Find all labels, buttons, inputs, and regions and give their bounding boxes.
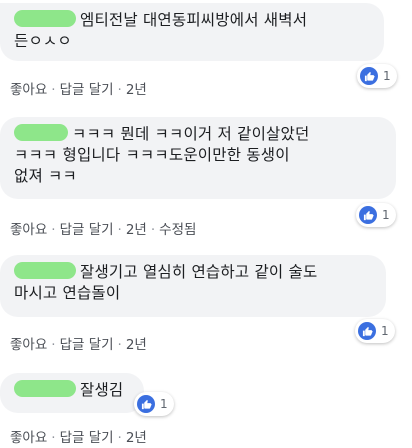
reply-link[interactable]: 답글 달기: [60, 222, 114, 238]
timestamp-link[interactable]: 2년: [126, 337, 147, 353]
like-reaction-badge[interactable]: 1: [356, 203, 396, 227]
comment-text-line: 없져 ㅋㅋ: [14, 167, 77, 185]
comment-actions: 좋아요 · 답글 달기 · 2년: [10, 337, 147, 353]
comment-text-line: 잘생기고 열심히 연습하고 같이 술도: [14, 262, 374, 283]
comment-text-line: ㅋㅋㅋ 형입니다 ㅋㅋㅋ도운이만한 동생이: [14, 146, 290, 164]
like-link[interactable]: 좋아요: [10, 82, 47, 98]
thumbs-up-icon: [137, 395, 155, 413]
redacted-author-name: [14, 380, 76, 397]
comment-text-line: 잘생김: [14, 380, 132, 401]
thumbs-up-icon: [359, 206, 377, 224]
like-link[interactable]: 좋아요: [10, 222, 47, 238]
redacted-author-name: [14, 124, 68, 141]
comment-actions: 좋아요 · 답글 달기 · 2년: [10, 430, 147, 446]
comment-text-line: 엠티전날 대연동피씨방에서 새벽서: [14, 10, 372, 31]
like-reaction-badge[interactable]: 1: [134, 392, 174, 416]
timestamp-link[interactable]: 2년: [126, 430, 147, 446]
like-count: 1: [382, 208, 390, 222]
comment-bubble: 잘생기고 열심히 연습하고 같이 술도 마시고 연습돌이: [0, 255, 386, 317]
like-count: 1: [160, 397, 168, 411]
comment-bubble: 엠티전날 대연동피씨방에서 새벽서 든ㅇㅅㅇ: [0, 3, 384, 61]
redacted-author-name: [14, 262, 76, 279]
thumbs-up-icon: [360, 67, 378, 85]
redacted-author-name: [14, 10, 76, 27]
edited-label[interactable]: 수정됨: [159, 222, 196, 238]
comment-text-line: ㅋㅋㅋ 뭔데 ㅋㅋ이거 저 같이살았던: [14, 124, 384, 145]
comment-bubble: 잘생김: [0, 373, 144, 413]
reply-link[interactable]: 답글 달기: [60, 337, 114, 353]
like-link[interactable]: 좋아요: [10, 430, 47, 446]
like-count: 1: [381, 324, 389, 338]
like-count: 1: [383, 69, 391, 83]
like-reaction-badge[interactable]: 1: [357, 64, 397, 88]
comment-actions: 좋아요 · 답글 달기 · 2년 · 수정됨: [10, 222, 197, 238]
like-reaction-badge[interactable]: 1: [355, 319, 395, 343]
comment-bubble: ㅋㅋㅋ 뭔데 ㅋㅋ이거 저 같이살았던 ㅋㅋㅋ 형입니다 ㅋㅋㅋ도운이만한 동생…: [0, 117, 396, 199]
like-link[interactable]: 좋아요: [10, 337, 47, 353]
reply-link[interactable]: 답글 달기: [60, 82, 114, 98]
reply-link[interactable]: 답글 달기: [60, 430, 114, 446]
comment-text-line: 마시고 연습돌이: [14, 284, 121, 302]
timestamp-link[interactable]: 2년: [126, 222, 147, 238]
comment-actions: 좋아요 · 답글 달기 · 2년: [10, 82, 147, 98]
comment-text-line: 든ㅇㅅㅇ: [14, 32, 72, 50]
thumbs-up-icon: [358, 322, 376, 340]
timestamp-link[interactable]: 2년: [126, 82, 147, 98]
